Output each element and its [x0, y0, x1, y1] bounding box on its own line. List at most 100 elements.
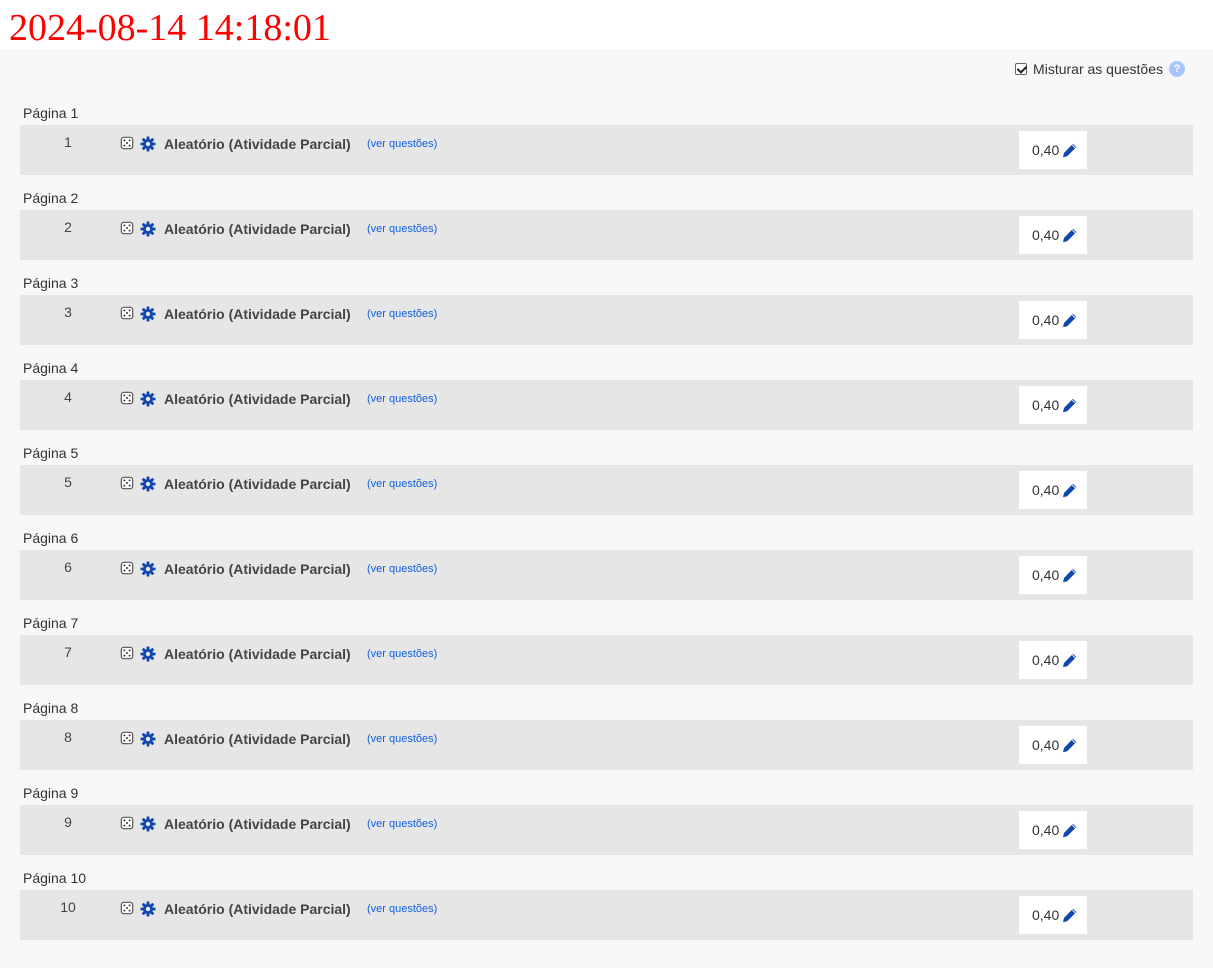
question-slot-row: 2 Aleatório (Atividade Parcial) (ver que…: [20, 210, 1193, 260]
gear-icon[interactable]: [140, 816, 156, 832]
page-section: Página 7 7 Aleatório (Atividade Parcial)…: [20, 611, 1193, 685]
pencil-icon[interactable]: [1061, 227, 1078, 244]
page-label: Página 6: [23, 530, 79, 546]
slot-number: 3: [64, 304, 72, 320]
max-mark-value: 0,40: [1032, 737, 1060, 753]
page-label: Página 2: [23, 190, 79, 206]
slot-number: 1: [64, 134, 72, 150]
question-slot-row: 6 Aleatório (Atividade Parcial) (ver que…: [20, 550, 1193, 600]
pencil-icon[interactable]: [1061, 737, 1078, 754]
page-section: Página 3 3 Aleatório (Atividade Parcial)…: [20, 271, 1193, 345]
question-slot-row: 8 Aleatório (Atividade Parcial) (ver que…: [20, 720, 1193, 770]
max-mark-field: 0,40: [1019, 896, 1087, 934]
dice-icon: [120, 391, 134, 405]
question-title: Aleatório (Atividade Parcial): [164, 561, 351, 577]
help-icon[interactable]: ?: [1169, 61, 1185, 77]
question-title: Aleatório (Atividade Parcial): [164, 136, 351, 152]
max-mark-field: 0,40: [1019, 131, 1087, 169]
dice-icon: [120, 901, 134, 915]
max-mark-value: 0,40: [1032, 397, 1060, 413]
max-mark-field: 0,40: [1019, 301, 1087, 339]
view-questions-link[interactable]: (ver questões): [367, 393, 437, 405]
question-slot-row: 7 Aleatório (Atividade Parcial) (ver que…: [20, 635, 1193, 685]
page-label: Página 8: [23, 700, 79, 716]
gear-icon[interactable]: [140, 731, 156, 747]
page-label: Página 1: [23, 105, 79, 121]
max-mark-value: 0,40: [1032, 227, 1060, 243]
max-mark-field: 0,40: [1019, 641, 1087, 679]
pencil-icon[interactable]: [1061, 822, 1078, 839]
question-slot-row: 10 Aleatório (Atividade Parcial) (ver qu…: [20, 890, 1193, 940]
pencil-icon[interactable]: [1061, 907, 1078, 924]
max-mark-field: 0,40: [1019, 216, 1087, 254]
page-label: Página 7: [23, 615, 79, 631]
page-label: Página 4: [23, 360, 79, 376]
page-label: Página 5: [23, 445, 79, 461]
page-section: Página 6 6 Aleatório (Atividade Parcial)…: [20, 526, 1193, 600]
slot-number: 7: [64, 644, 72, 660]
slot-number: 10: [60, 899, 76, 915]
max-mark-field: 0,40: [1019, 811, 1087, 849]
gear-icon[interactable]: [140, 136, 156, 152]
view-questions-link[interactable]: (ver questões): [367, 903, 437, 915]
view-questions-link[interactable]: (ver questões): [367, 308, 437, 320]
view-questions-link[interactable]: (ver questões): [367, 648, 437, 660]
question-title: Aleatório (Atividade Parcial): [164, 731, 351, 747]
dice-icon: [120, 816, 134, 830]
question-slot-row: 4 Aleatório (Atividade Parcial) (ver que…: [20, 380, 1193, 430]
view-questions-link[interactable]: (ver questões): [367, 138, 437, 150]
slot-number: 8: [64, 729, 72, 745]
page-section: Página 2 2 Aleatório (Atividade Parcial)…: [20, 186, 1193, 260]
gear-icon[interactable]: [140, 646, 156, 662]
question-slot-row: 5 Aleatório (Atividade Parcial) (ver que…: [20, 465, 1193, 515]
max-mark-field: 0,40: [1019, 386, 1087, 424]
question-slot-row: 9 Aleatório (Atividade Parcial) (ver que…: [20, 805, 1193, 855]
page-section: Página 1 1 Aleatório (Atividade Parcial)…: [20, 101, 1193, 175]
question-slot-row: 1 Aleatório (Atividade Parcial) (ver que…: [20, 125, 1193, 175]
dice-icon: [120, 561, 134, 575]
dice-icon: [120, 136, 134, 150]
question-slot-row: 3 Aleatório (Atividade Parcial) (ver que…: [20, 295, 1193, 345]
page-section: Página 4 4 Aleatório (Atividade Parcial)…: [20, 356, 1193, 430]
question-title: Aleatório (Atividade Parcial): [164, 391, 351, 407]
slot-number: 2: [64, 219, 72, 235]
pencil-icon[interactable]: [1061, 142, 1078, 159]
question-title: Aleatório (Atividade Parcial): [164, 476, 351, 492]
dice-icon: [120, 476, 134, 490]
gear-icon[interactable]: [140, 561, 156, 577]
question-title: Aleatório (Atividade Parcial): [164, 646, 351, 662]
max-mark-value: 0,40: [1032, 567, 1060, 583]
max-mark-field: 0,40: [1019, 726, 1087, 764]
page-section: Página 5 5 Aleatório (Atividade Parcial)…: [20, 441, 1193, 515]
view-questions-link[interactable]: (ver questões): [367, 733, 437, 745]
pencil-icon[interactable]: [1061, 312, 1078, 329]
shuffle-questions-control: Misturar as questões ?: [1015, 61, 1185, 77]
dice-icon: [120, 306, 134, 320]
shuffle-checkbox[interactable]: [1015, 63, 1028, 75]
max-mark-value: 0,40: [1032, 312, 1060, 328]
view-questions-link[interactable]: (ver questões): [367, 563, 437, 575]
max-mark-value: 0,40: [1032, 822, 1060, 838]
pencil-icon[interactable]: [1061, 652, 1078, 669]
gear-icon[interactable]: [140, 476, 156, 492]
pencil-icon[interactable]: [1061, 567, 1078, 584]
page-label: Página 10: [23, 870, 87, 886]
question-title: Aleatório (Atividade Parcial): [164, 816, 351, 832]
pencil-icon[interactable]: [1061, 482, 1078, 499]
gear-icon[interactable]: [140, 391, 156, 407]
view-questions-link[interactable]: (ver questões): [367, 818, 437, 830]
view-questions-link[interactable]: (ver questões): [367, 223, 437, 235]
view-questions-link[interactable]: (ver questões): [367, 478, 437, 490]
max-mark-value: 0,40: [1032, 482, 1060, 498]
max-mark-value: 0,40: [1032, 652, 1060, 668]
max-mark-field: 0,40: [1019, 556, 1087, 594]
pencil-icon[interactable]: [1061, 397, 1078, 414]
gear-icon[interactable]: [140, 306, 156, 322]
gear-icon[interactable]: [140, 901, 156, 917]
gear-icon[interactable]: [140, 221, 156, 237]
page-section: Página 10 10 Aleatório (Atividade Parcia…: [20, 866, 1193, 940]
max-mark-field: 0,40: [1019, 471, 1087, 509]
dice-icon: [120, 221, 134, 235]
slot-number: 9: [64, 814, 72, 830]
timestamp-overlay: 2024-08-14 14:18:01: [9, 7, 331, 49]
